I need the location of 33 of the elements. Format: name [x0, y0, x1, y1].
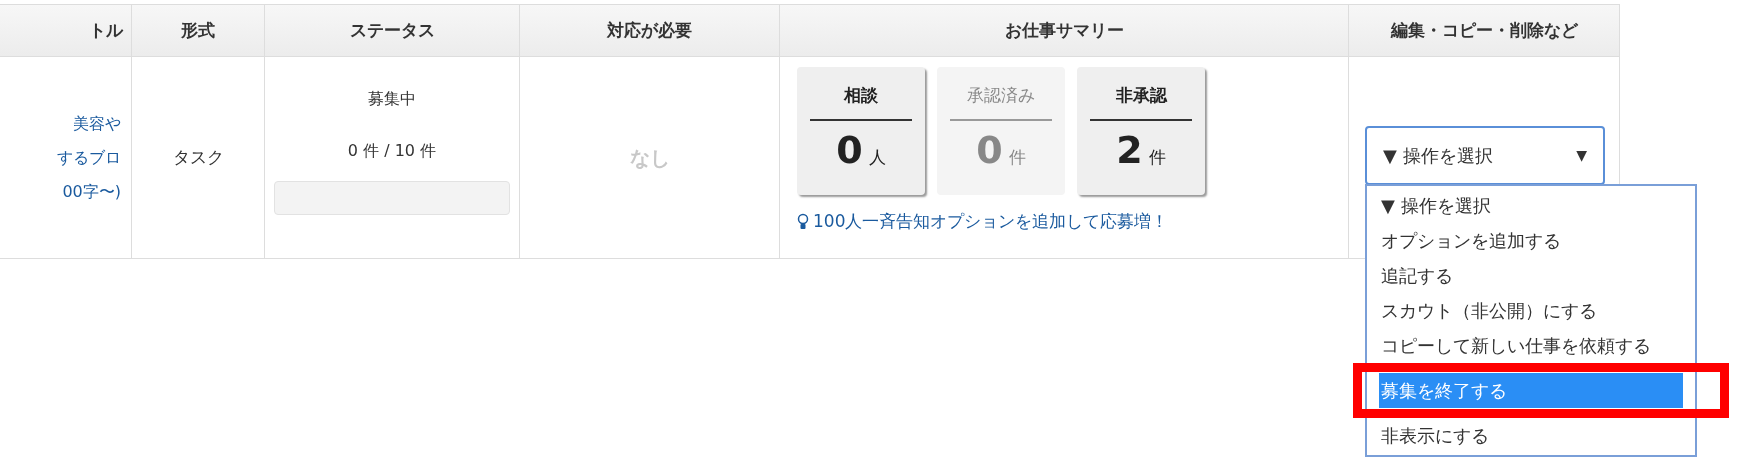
card-value: 0: [836, 130, 863, 169]
dropdown-option[interactable]: オプションを追加する: [1379, 223, 1683, 258]
job-title-link[interactable]: 00字〜): [62, 177, 121, 206]
column-header: 対応が必要: [607, 18, 692, 42]
dropdown-option[interactable]: 非表示にする: [1379, 418, 1683, 453]
card-value: 2: [1116, 130, 1143, 169]
card-label: 承認済み: [967, 84, 1035, 107]
summary-card[interactable]: 相談 0 人: [797, 67, 925, 195]
column-header: ステータス: [349, 18, 435, 42]
dropdown-option[interactable]: コピーして新しい仕事を依頼する: [1379, 328, 1683, 363]
card-value: 0: [976, 130, 1003, 169]
job-title-link[interactable]: 美容や: [73, 109, 121, 138]
column-header: 編集・コピー・削除など: [1390, 18, 1578, 42]
job-title-link[interactable]: するブロ: [57, 143, 121, 172]
dropdown-option[interactable]: スカウト（非公開）にする: [1379, 293, 1683, 328]
card-unit: 人: [868, 145, 886, 169]
summary-card[interactable]: 非承認 2 件: [1077, 67, 1205, 195]
caret-icon: ▼: [1576, 145, 1587, 166]
column-header: トル: [89, 18, 123, 42]
promo-link[interactable]: 100人一斉告知オプションを追加して応募増！: [813, 209, 1169, 235]
count-text: 0 件 / 10 件: [347, 140, 437, 162]
column-header: 形式: [181, 18, 215, 42]
action-select[interactable]: ▼ 操作を選択 ▼: [1365, 126, 1605, 185]
lightbulb-icon: [797, 212, 809, 231]
card-unit: 件: [1008, 145, 1026, 169]
status-text: 募集中: [368, 88, 416, 110]
dropdown-option[interactable]: ▼ 操作を選択: [1379, 188, 1683, 223]
card-label: 相談: [844, 84, 878, 107]
column-header: お仕事サマリー: [1004, 18, 1124, 42]
format-text: タスク: [172, 145, 224, 169]
dropdown-option[interactable]: 追記する: [1379, 258, 1683, 293]
card-unit: 件: [1148, 145, 1166, 169]
card-label: 非承認: [1115, 84, 1167, 107]
